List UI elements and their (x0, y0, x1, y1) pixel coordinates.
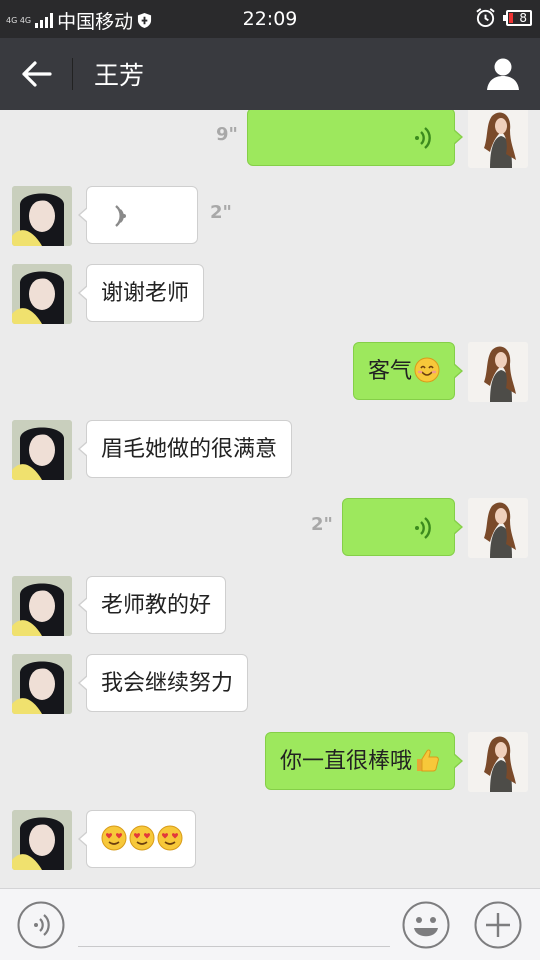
contact-profile-icon[interactable] (486, 56, 520, 92)
voice-duration: 2" (210, 202, 232, 223)
incoming-text-bubble[interactable]: 眉毛她做的很满意 (77, 420, 293, 478)
heart-eyes-emoji-icon (129, 825, 155, 851)
outgoing-text-bubble[interactable]: 客气 (352, 342, 464, 400)
battery-icon: 8 (503, 9, 532, 26)
message-input[interactable] (78, 903, 390, 947)
incoming-text-bubble[interactable]: 我会继续努力 (77, 654, 249, 712)
status-time: 22:09 (242, 8, 298, 30)
chat-title: 王芳 (94, 61, 145, 90)
thumbs-up-emoji-icon (417, 749, 439, 772)
voice-icon[interactable] (17, 901, 65, 949)
heart-eyes-emoji-icon (157, 825, 183, 851)
contact-avatar[interactable] (12, 810, 72, 870)
outgoing-voice-bubble[interactable] (342, 498, 463, 556)
my-avatar[interactable] (468, 498, 528, 558)
outgoing-text-bubble[interactable]: 你一直很棒哦 (264, 732, 464, 790)
smile-emoji-icon (414, 357, 440, 383)
alarm-icon (476, 8, 495, 28)
title-bar: 王芳 (0, 38, 540, 110)
my-avatar[interactable] (468, 110, 528, 168)
emoji-icon[interactable] (402, 901, 450, 949)
contact-avatar[interactable] (12, 576, 72, 636)
outgoing-voice-bubble[interactable] (247, 110, 463, 166)
message-text: 客气 (367, 359, 412, 384)
back-arrow-icon[interactable] (20, 58, 54, 90)
contact-avatar[interactable] (12, 264, 72, 324)
contact-avatar[interactable] (12, 420, 72, 480)
plus-icon[interactable] (474, 901, 522, 949)
status-bar: 4G 4G 中国移动 22:09 8 (0, 0, 540, 38)
incoming-voice-bubble[interactable] (78, 186, 198, 244)
voice-wave-icon (115, 205, 126, 227)
heart-eyes-emoji-icon (101, 825, 127, 851)
my-avatar[interactable] (468, 342, 528, 402)
incoming-text-bubble[interactable]: 老师教的好 (77, 576, 227, 634)
chat-area[interactable]: 9" 2" 谢谢老师 客气 眉毛她做的很满意 2" 老师教的好 我会继续努力 你… (0, 110, 540, 888)
voice-duration: 2" (311, 514, 333, 535)
message-text: 你一直很棒哦 (279, 749, 412, 774)
my-avatar[interactable] (468, 732, 528, 792)
input-bar (0, 888, 540, 960)
contact-avatar[interactable] (12, 186, 72, 246)
voice-wave-icon (415, 517, 431, 539)
incoming-emoji-bubble[interactable] (78, 810, 196, 868)
title-divider (72, 58, 73, 90)
incoming-text-bubble[interactable]: 谢谢老师 (77, 264, 205, 322)
voice-wave-icon (415, 127, 431, 149)
voice-duration: 9" (216, 124, 238, 145)
contact-avatar[interactable] (12, 654, 72, 714)
